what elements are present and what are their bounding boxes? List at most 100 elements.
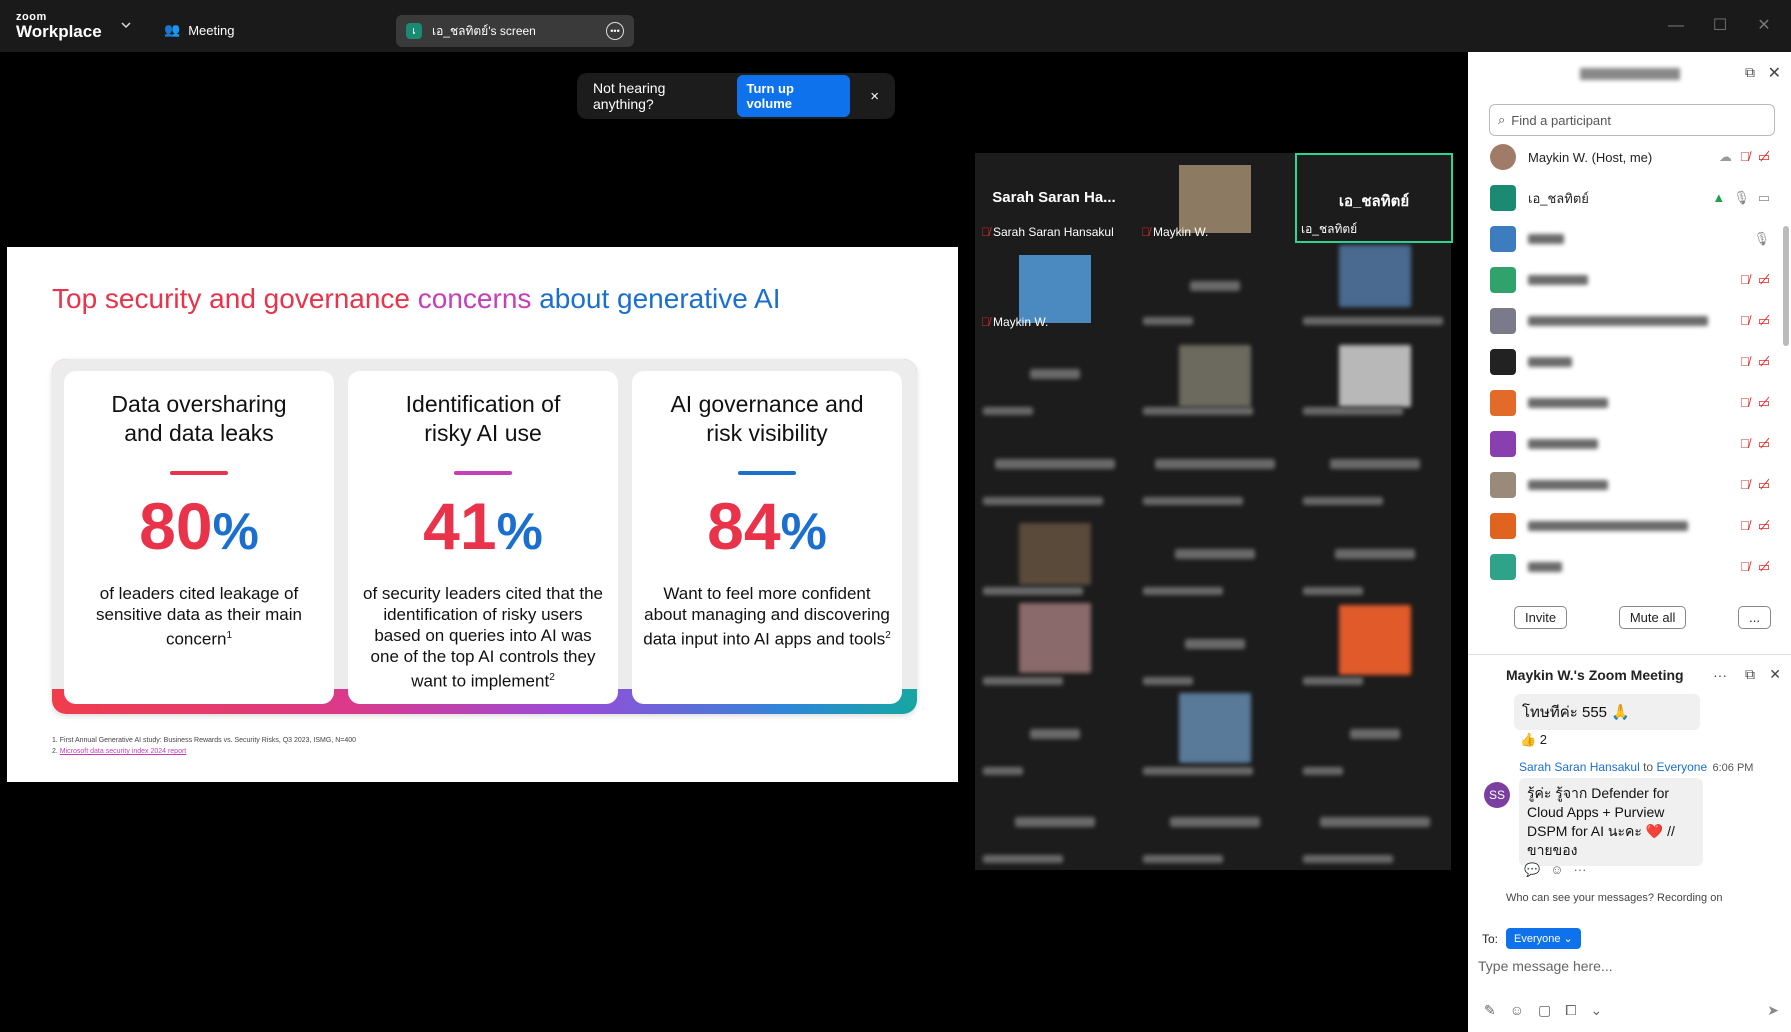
close-window-icon[interactable]: ✕ — [1752, 14, 1776, 38]
mic-muted-icon[interactable]: 🎙̸ — [1740, 272, 1750, 288]
video-tile-blurred[interactable] — [975, 781, 1133, 871]
pop-out-icon[interactable]: ⧉ — [1745, 666, 1755, 683]
mic-muted-icon[interactable]: 🎙̸ — [1740, 354, 1750, 370]
scrollbar[interactable] — [1783, 226, 1789, 346]
file-icon[interactable]: ▢ — [1538, 1002, 1551, 1019]
video-tile-blurred[interactable] — [1295, 781, 1453, 871]
minimize-icon[interactable]: — — [1664, 14, 1688, 38]
shared-slide: Top security and governance concerns abo… — [7, 247, 958, 782]
video-off-icon[interactable]: ▭̸ — [1758, 477, 1770, 493]
video-off-icon[interactable]: ▭̸ — [1758, 313, 1770, 329]
maximize-icon[interactable]: ☐ — [1708, 14, 1732, 38]
slide-title: Top security and governance concerns abo… — [52, 283, 781, 314]
invite-button[interactable]: Invite — [1514, 606, 1568, 629]
participants-title-blurred — [1579, 68, 1680, 80]
video-off-icon[interactable]: ▭̸ — [1758, 436, 1770, 452]
recipient-dropdown[interactable]: Everyone ⌄ — [1506, 928, 1581, 949]
avatar: SS — [1484, 782, 1510, 808]
mic-muted-icon[interactable]: 🎙̸ — [1740, 477, 1750, 493]
participant-row-blurred[interactable]: 🎙̸ ▭̸ — [1490, 429, 1770, 459]
participant-row-blurred[interactable]: 🎙 — [1490, 224, 1770, 254]
video-tile-blurred[interactable] — [975, 423, 1133, 513]
mic-muted-icon[interactable]: 🎙̸ — [1740, 149, 1750, 165]
video-tile[interactable]: Sarah Saran Ha... 🎙̸ Sarah Saran Hansakul — [975, 153, 1133, 243]
mic-muted-icon[interactable]: 🎙̸ — [1740, 518, 1750, 534]
video-off-icon[interactable]: ▭̸ — [1758, 395, 1770, 411]
close-icon[interactable]: ✕ — [1769, 666, 1781, 683]
avatar — [1490, 267, 1516, 293]
video-tile-blurred[interactable] — [1295, 693, 1453, 783]
video-off-icon[interactable]: ▭̸ — [1758, 149, 1770, 165]
video-tile-blurred[interactable] — [1295, 243, 1453, 333]
chevron-down-icon[interactable]: ⌄ — [1590, 1002, 1602, 1019]
video-off-icon[interactable]: ▭̸ — [1758, 272, 1770, 288]
title-bar: zoom Workplace 👥 Meeting เ เอ_ชลทิตย์'s … — [0, 0, 1791, 52]
avatar — [1490, 308, 1516, 334]
close-icon[interactable]: × — [870, 88, 879, 105]
video-tile-blurred[interactable] — [1135, 693, 1293, 783]
stat-card: AI governance and risk visibility 84% Wan… — [632, 371, 902, 704]
video-tile-blurred[interactable] — [975, 513, 1133, 603]
mic-muted-icon[interactable]: 🎙̸ — [1740, 395, 1750, 411]
video-tile-blurred[interactable] — [1295, 423, 1453, 513]
mic-muted-icon[interactable]: 🎙̸ — [1740, 436, 1750, 452]
participant-row-blurred[interactable]: 🎙̸ ▭̸ — [1490, 347, 1770, 377]
mute-all-button[interactable]: Mute all — [1618, 606, 1687, 629]
reply-icon[interactable]: 💬 — [1524, 862, 1540, 878]
volume-toast: Not hearing anything? Turn up volume × — [577, 73, 895, 119]
card-description: of security leaders cited that the ident… — [362, 584, 604, 691]
pop-out-icon[interactable]: ⧉ — [1745, 64, 1755, 81]
video-tile-blurred[interactable] — [1135, 243, 1293, 333]
video-tile-blurred[interactable] — [1135, 333, 1293, 423]
close-icon[interactable]: ✕ — [1768, 63, 1781, 83]
participant-row-blurred[interactable]: 🎙̸ ▭̸ — [1490, 265, 1770, 295]
screenshot-icon[interactable]: ⧠ — [1565, 1002, 1576, 1019]
video-tile-active-speaker[interactable]: เอ_ชลทิตย์ เอ_ชลทิตย์ — [1295, 153, 1453, 243]
send-icon[interactable]: ➤ — [1767, 1002, 1779, 1019]
mic-icon[interactable]: 🎙 — [1733, 190, 1750, 206]
mic-muted-icon[interactable]: 🎙̸ — [1740, 559, 1750, 575]
emoji-react-icon[interactable]: ☺ — [1550, 862, 1563, 878]
video-tile-blurred[interactable] — [975, 693, 1133, 783]
more-icon[interactable]: ··· — [1573, 862, 1586, 878]
chat-message: รู้ค่ะ รู้จาก Defender for Cloud Apps + … — [1519, 778, 1703, 866]
video-off-icon[interactable]: ▭̸ — [1758, 354, 1770, 370]
privacy-notice[interactable]: Who can see your messages? Recording on — [1506, 892, 1722, 904]
screen-share-pill[interactable]: เ เอ_ชลทิตย์'s screen ••• — [396, 15, 634, 47]
more-options-icon[interactable]: ··· — [1713, 667, 1727, 683]
participant-row-blurred[interactable]: 🎙̸ ▭̸ — [1490, 388, 1770, 418]
video-tile[interactable]: 🎙̸ Maykin W. — [975, 243, 1133, 333]
video-tile-blurred[interactable] — [1135, 781, 1293, 871]
mic-icon[interactable]: 🎙 — [1753, 231, 1770, 247]
video-tile-blurred[interactable] — [975, 333, 1133, 423]
chevron-down-icon[interactable] — [121, 20, 131, 30]
footnote-link[interactable]: Microsoft data security index 2024 repor… — [60, 748, 186, 755]
reaction-badge[interactable]: 👍 2 — [1520, 732, 1547, 748]
video-icon[interactable]: ▭ — [1758, 190, 1770, 206]
turn-up-volume-button[interactable]: Turn up volume — [737, 75, 851, 117]
format-icon[interactable]: ✎ — [1484, 1002, 1496, 1019]
video-tile-blurred[interactable] — [1295, 603, 1453, 693]
video-tile-blurred[interactable] — [1295, 333, 1453, 423]
video-tile[interactable]: 🎙̸ Maykin W. — [1135, 153, 1293, 243]
more-button[interactable]: ... — [1738, 606, 1771, 629]
participant-row-blurred[interactable]: 🎙̸ ▭̸ — [1490, 552, 1770, 582]
video-tile-blurred[interactable] — [1135, 603, 1293, 693]
video-off-icon[interactable]: ▭̸ — [1758, 559, 1770, 575]
search-input[interactable]: ⌕ Find a participant — [1489, 104, 1775, 136]
video-off-icon[interactable]: ▭̸ — [1758, 518, 1770, 534]
video-tile-blurred[interactable] — [1135, 423, 1293, 513]
participant-row-blurred[interactable]: 🎙̸ ▭̸ — [1490, 306, 1770, 336]
more-options-icon[interactable]: ••• — [606, 22, 624, 40]
video-tile-blurred[interactable] — [1135, 513, 1293, 603]
participant-row-blurred[interactable]: 🎙̸ ▭̸ — [1490, 470, 1770, 500]
video-tile-blurred[interactable] — [1295, 513, 1453, 603]
participant-row-blurred[interactable]: 🎙̸ ▭̸ — [1490, 511, 1770, 541]
video-tile-blurred[interactable] — [975, 603, 1133, 693]
participant-row[interactable]: เอ_ชลทิตย์ ▲ 🎙 ▭ — [1490, 183, 1770, 213]
meeting-tab[interactable]: 👥 Meeting — [164, 18, 234, 42]
message-input[interactable]: Type message here... — [1478, 958, 1613, 974]
participant-row[interactable]: Maykin W. (Host, me) ☁ 🎙̸ ▭̸ — [1490, 142, 1770, 172]
mic-muted-icon[interactable]: 🎙̸ — [1740, 313, 1750, 329]
emoji-icon[interactable]: ☺ — [1510, 1002, 1524, 1019]
